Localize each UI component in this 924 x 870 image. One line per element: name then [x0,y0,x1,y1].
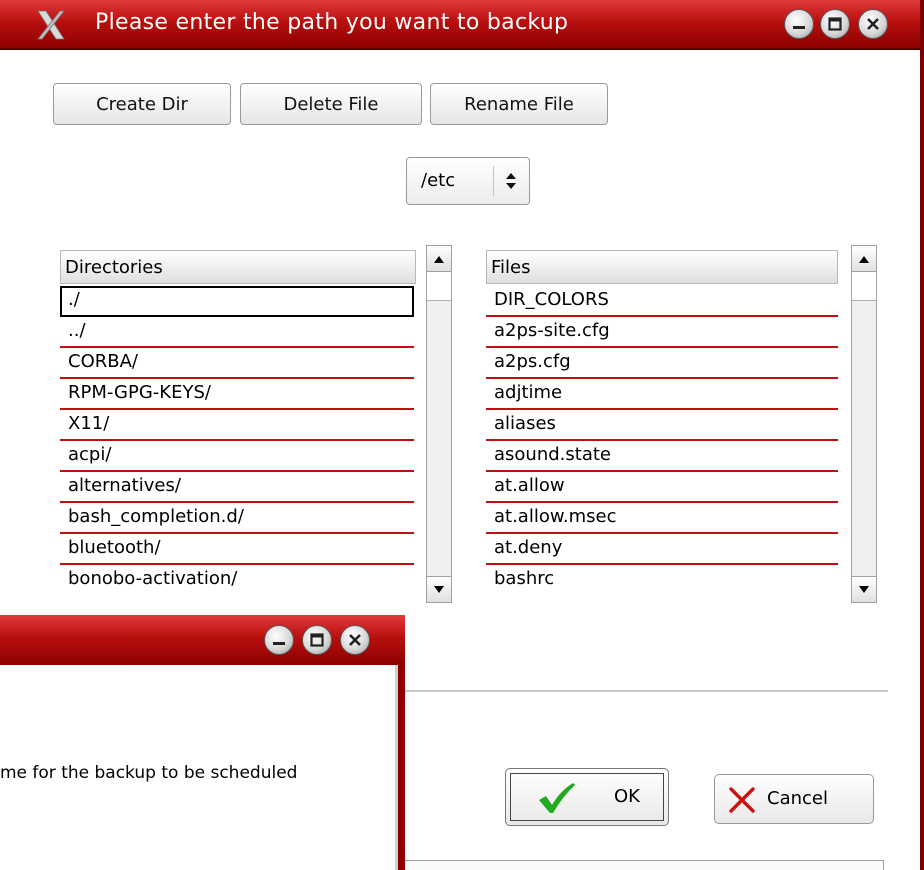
scroll-up-button[interactable] [852,246,876,272]
minimize-button[interactable] [784,9,814,39]
list-item[interactable]: bluetooth/ [60,534,414,565]
arrow-down-icon [859,585,869,593]
scroll-down-button[interactable] [852,576,876,602]
directories-header[interactable]: Directories [60,250,416,284]
window-right-border [920,0,924,870]
separator [402,690,888,692]
arrow-up-icon [859,255,869,263]
directories-list[interactable]: Directories ./ ../ CORBA/ RPM-GPG-KEYS/ … [60,250,416,602]
list-item[interactable]: RPM-GPG-KEYS/ [60,379,414,410]
list-item[interactable]: a2ps-site.cfg [486,317,838,348]
ok-button[interactable]: OK [505,768,669,826]
arrow-up-icon [434,255,444,263]
cancel-label: Cancel [767,788,828,809]
list-item[interactable]: bashrc [486,565,838,596]
files-scrollbar[interactable] [851,245,877,603]
window-right-border [398,665,405,870]
close-button[interactable] [340,625,370,655]
list-item[interactable]: adjtime [486,379,838,410]
scroll-up-button[interactable] [427,246,451,272]
list-item[interactable]: ../ [60,317,414,348]
dialog-titlebar[interactable]: Please enter the path you want to backup [0,0,924,50]
dialog-title: Please enter the path you want to backup [95,10,569,35]
list-item[interactable]: asound.state [486,441,838,472]
list-item[interactable]: at.allow.msec [486,503,838,534]
directories-scrollbar[interactable] [426,245,452,603]
ok-label: OK [614,786,640,807]
maximize-button[interactable] [820,9,850,39]
schedule-window-titlebar[interactable] [0,615,405,665]
maximize-icon [828,17,842,31]
combo-separator [493,166,494,196]
close-icon [867,18,879,30]
list-item[interactable]: bonobo-activation/ [60,565,414,596]
list-item[interactable]: ./ [60,286,414,317]
app-x-icon [37,10,65,40]
schedule-window: me for the backup to be scheduled [0,615,405,870]
files-header[interactable]: Files [486,250,838,284]
rename-file-button[interactable]: Rename File [430,83,608,125]
cancel-x-icon [729,787,755,813]
list-item[interactable]: acpi/ [60,441,414,472]
path-combobox[interactable]: /etc [406,157,530,205]
bottom-field [402,860,884,870]
create-dir-button[interactable]: Create Dir [53,83,231,125]
files-list[interactable]: Files DIR_COLORS a2ps-site.cfg a2ps.cfg … [486,250,840,602]
arrow-down-icon [434,585,444,593]
delete-file-button[interactable]: Delete File [240,83,422,125]
list-item[interactable]: aliases [486,410,838,441]
close-button[interactable] [858,9,888,39]
list-item[interactable]: X11/ [60,410,414,441]
list-item[interactable]: alternatives/ [60,472,414,503]
schedule-prompt-text: me for the backup to be scheduled [0,763,298,783]
scroll-thumb[interactable] [427,272,451,301]
minimize-icon [793,26,805,29]
list-item[interactable]: at.deny [486,534,838,565]
scroll-down-button[interactable] [427,576,451,602]
minimize-button[interactable] [264,625,294,655]
checkmark-icon [539,783,575,813]
minimize-icon [273,642,285,645]
list-item[interactable]: bash_completion.d/ [60,503,414,534]
list-item[interactable]: CORBA/ [60,348,414,379]
list-item[interactable]: a2ps.cfg [486,348,838,379]
list-item[interactable]: DIR_COLORS [486,286,838,317]
updown-arrows-icon [506,173,516,189]
close-icon [349,634,361,646]
maximize-button[interactable] [302,625,332,655]
path-combobox-value: /etc [421,170,456,191]
cancel-button[interactable]: Cancel [714,774,874,824]
maximize-icon [310,633,324,647]
list-item[interactable]: at.allow [486,472,838,503]
scroll-thumb[interactable] [852,272,876,301]
